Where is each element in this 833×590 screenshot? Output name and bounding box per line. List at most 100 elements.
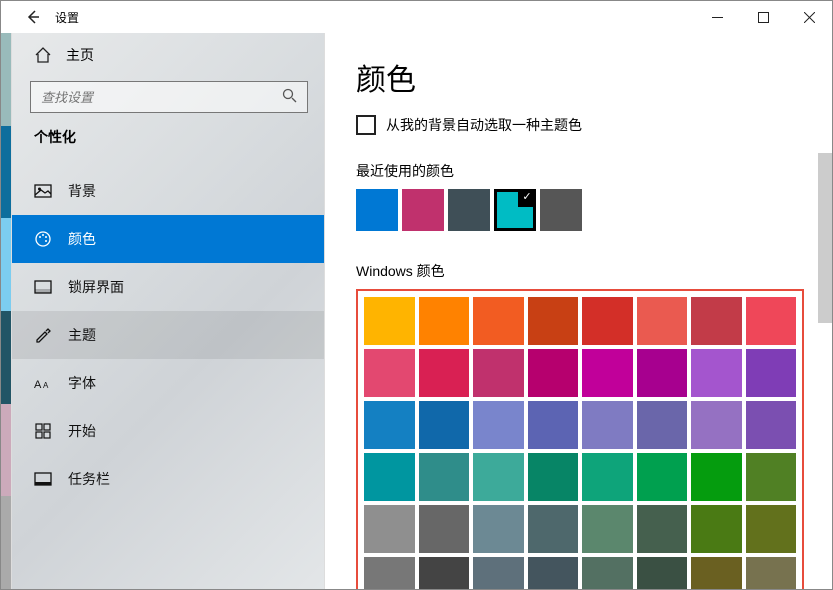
recent-color-swatch[interactable]: ✓ xyxy=(494,189,536,231)
recent-color-swatch[interactable] xyxy=(356,189,398,231)
color-swatch[interactable] xyxy=(473,297,524,345)
color-swatch[interactable] xyxy=(364,557,415,589)
color-swatch[interactable] xyxy=(473,349,524,397)
color-swatch[interactable] xyxy=(582,349,633,397)
close-icon xyxy=(804,12,815,23)
color-swatch[interactable] xyxy=(364,453,415,501)
recent-color-swatch[interactable] xyxy=(402,189,444,231)
color-swatch[interactable] xyxy=(746,297,797,345)
recent-color-swatch[interactable] xyxy=(540,189,582,231)
color-swatch[interactable] xyxy=(528,505,579,553)
color-swatch[interactable] xyxy=(582,505,633,553)
color-swatch[interactable] xyxy=(419,349,470,397)
close-button[interactable] xyxy=(786,1,832,33)
color-swatch[interactable] xyxy=(419,297,470,345)
color-swatch[interactable] xyxy=(473,505,524,553)
color-swatch[interactable] xyxy=(528,453,579,501)
color-swatch[interactable] xyxy=(691,557,742,589)
sidebar-item-label: 字体 xyxy=(68,373,96,393)
window-body: 主页 个性化 背景颜色锁屏界面主题AA字体开始任务栏 颜色 从我的背景自动选取一… xyxy=(1,33,832,589)
sidebar-item-label: 任务栏 xyxy=(68,469,110,489)
color-swatch[interactable] xyxy=(637,557,688,589)
auto-pick-checkbox[interactable] xyxy=(356,115,376,135)
color-swatch[interactable] xyxy=(637,297,688,345)
fonts-icon: AA xyxy=(34,374,52,392)
color-swatch[interactable] xyxy=(746,349,797,397)
sidebar-item-start[interactable]: 开始 xyxy=(12,407,324,455)
color-swatch[interactable] xyxy=(691,297,742,345)
check-icon: ✓ xyxy=(519,188,535,204)
color-swatch[interactable] xyxy=(582,453,633,501)
color-swatch[interactable] xyxy=(364,297,415,345)
sidebar-item-label: 背景 xyxy=(68,181,96,201)
color-swatch[interactable] xyxy=(473,401,524,449)
color-swatch[interactable] xyxy=(637,505,688,553)
taskbar-icon xyxy=(34,470,52,488)
sidebar-item-label: 开始 xyxy=(68,421,96,441)
sidebar-item-lockscreen[interactable]: 锁屏界面 xyxy=(12,263,324,311)
color-swatch[interactable] xyxy=(528,401,579,449)
window-title: 设置 xyxy=(55,9,79,26)
home-label: 主页 xyxy=(66,45,94,65)
recent-color-swatch[interactable] xyxy=(448,189,490,231)
search-icon xyxy=(282,88,297,106)
content-scrollbar[interactable] xyxy=(818,153,832,323)
color-swatch[interactable] xyxy=(691,349,742,397)
color-swatch[interactable] xyxy=(528,297,579,345)
lockscreen-icon xyxy=(34,278,52,296)
auto-pick-label: 从我的背景自动选取一种主题色 xyxy=(386,115,582,135)
sidebar-item-taskbar[interactable]: 任务栏 xyxy=(12,455,324,503)
sidebar-item-background[interactable]: 背景 xyxy=(12,167,324,215)
sidebar-item-themes[interactable]: 主题 xyxy=(12,311,324,359)
color-swatch[interactable] xyxy=(637,453,688,501)
color-swatch[interactable] xyxy=(582,297,633,345)
back-arrow-icon xyxy=(25,9,41,25)
search-input-box[interactable] xyxy=(30,81,308,113)
colors-icon xyxy=(34,230,52,248)
color-swatch[interactable] xyxy=(473,557,524,589)
color-swatch[interactable] xyxy=(582,401,633,449)
color-swatch[interactable] xyxy=(364,505,415,553)
color-swatch[interactable] xyxy=(364,349,415,397)
recent-colors-heading: 最近使用的颜色 xyxy=(356,161,804,181)
color-swatch[interactable] xyxy=(528,557,579,589)
color-swatch[interactable] xyxy=(637,349,688,397)
color-swatch[interactable] xyxy=(419,557,470,589)
maximize-icon xyxy=(758,12,769,23)
color-swatch[interactable] xyxy=(691,505,742,553)
maximize-button[interactable] xyxy=(740,1,786,33)
color-swatch[interactable] xyxy=(637,401,688,449)
sidebar-item-label: 主题 xyxy=(68,325,96,345)
color-swatch[interactable] xyxy=(419,505,470,553)
color-swatch[interactable] xyxy=(419,401,470,449)
color-swatch[interactable] xyxy=(364,401,415,449)
color-swatch[interactable] xyxy=(419,453,470,501)
page-title: 颜色 xyxy=(356,55,804,99)
titlebar: 设置 xyxy=(1,1,832,33)
background-icon xyxy=(34,182,52,200)
color-swatch[interactable] xyxy=(746,557,797,589)
sidebar-item-label: 锁屏界面 xyxy=(68,277,124,297)
auto-pick-row: 从我的背景自动选取一种主题色 xyxy=(356,115,804,135)
search-input[interactable] xyxy=(41,90,282,105)
start-icon xyxy=(34,422,52,440)
back-button[interactable] xyxy=(13,1,53,33)
minimize-button[interactable] xyxy=(694,1,740,33)
window-controls xyxy=(694,1,832,33)
content-pane: 颜色 从我的背景自动选取一种主题色 最近使用的颜色 ✓ Windows 颜色 xyxy=(324,33,832,589)
color-swatch[interactable] xyxy=(746,505,797,553)
color-swatch[interactable] xyxy=(691,401,742,449)
color-swatch[interactable] xyxy=(582,557,633,589)
sidebar-nav: 背景颜色锁屏界面主题 AA 字体开始任务栏 xyxy=(12,167,324,503)
home-link[interactable]: 主页 xyxy=(12,33,324,77)
svg-text:A: A xyxy=(34,379,42,391)
color-swatch[interactable] xyxy=(691,453,742,501)
recent-colors-row: ✓ xyxy=(356,189,804,231)
color-swatch[interactable] xyxy=(746,453,797,501)
left-peek-strip xyxy=(1,33,12,589)
color-swatch[interactable] xyxy=(528,349,579,397)
color-swatch[interactable] xyxy=(746,401,797,449)
sidebar-item-fonts[interactable]: AA 字体 xyxy=(12,359,324,407)
color-swatch[interactable] xyxy=(473,453,524,501)
sidebar-item-colors[interactable]: 颜色 xyxy=(12,215,324,263)
